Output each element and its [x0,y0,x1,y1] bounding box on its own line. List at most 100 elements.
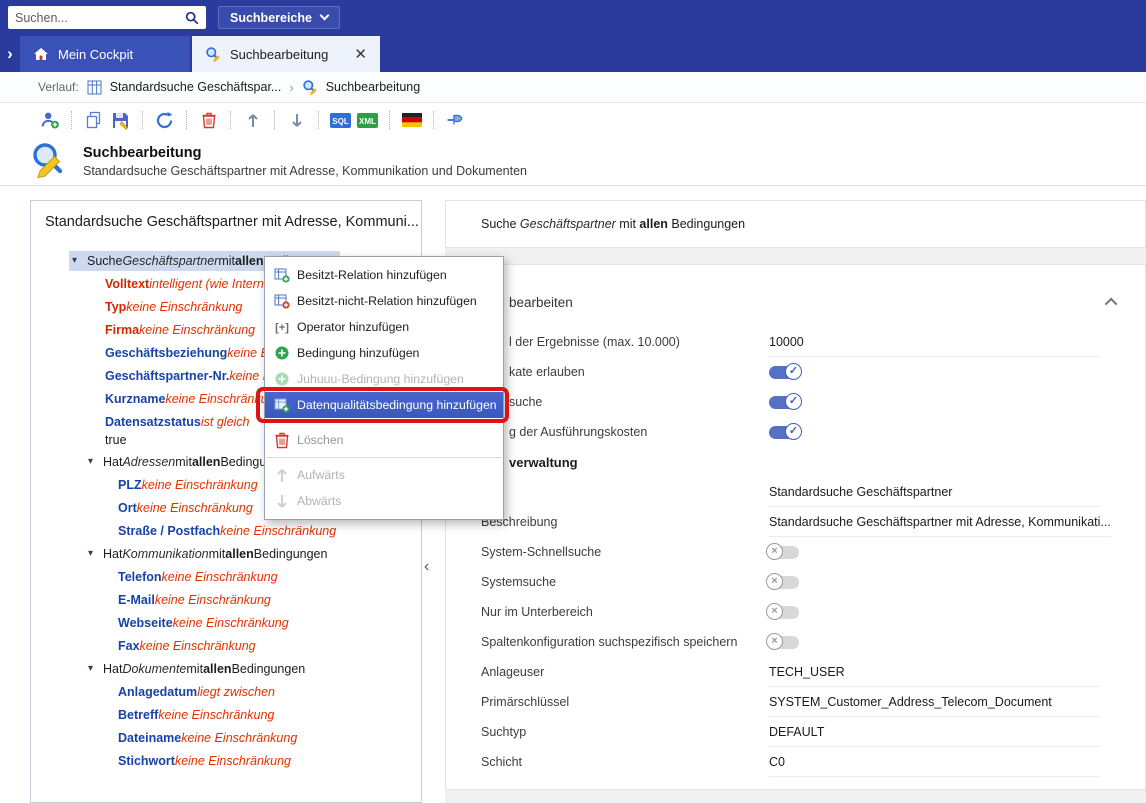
detail-row: g der Ausführungskosten✓ [446,417,1145,447]
collapse-panel-icon[interactable]: ‹ [424,558,429,576]
tree-node[interactable]: E-Mail keine Einschränkung [31,588,421,611]
tree-node[interactable]: ▾Hat Kommunikation mit allen Bedingungen [31,542,421,565]
x-icon: × [766,603,783,620]
tree-node[interactable]: Straße / Postfach keine Einschränkung [31,519,421,542]
move-up-icon[interactable] [239,107,266,134]
global-search-box[interactable]: Suchen... [8,6,206,29]
toggle-off[interactable]: × [769,576,799,589]
check-icon: ✓ [785,393,802,410]
search-input[interactable]: Suchen... [15,11,185,25]
collapse-section-icon[interactable] [1105,298,1118,311]
tree-node[interactable]: ▾Hat Dokumente mit allen Bedingungen [31,657,421,680]
delete-icon[interactable] [195,107,222,134]
search-summary: Suche Geschäftspartner mit allen Bedingu… [481,217,745,231]
page-subtitle: Standardsuche Geschäftspartner mit Adres… [83,164,527,178]
field-label: Anlageuser [481,665,769,679]
suchbereiche-button[interactable]: Suchbereiche [218,6,340,29]
close-tab-icon[interactable]: ✕ [354,47,367,62]
menu-item-datenqualitätsbedingung-hinzufügen[interactable]: Datenqualitätsbedingung hinzufügen [265,392,503,418]
x-icon: × [766,573,783,590]
detail-row: Spaltenkonfiguration suchspezifisch spei… [446,627,1145,657]
tab-mein-cockpit[interactable]: Mein Cockpit [20,36,190,72]
field-label: Beschreibung [481,515,769,529]
detail-row: PrimärschlüsselSYSTEM_Customer_Address_T… [446,687,1145,717]
move-down-icon [273,493,290,510]
juhuuu-bedingung-add-icon [273,371,290,387]
suchbereiche-label: Suchbereiche [230,11,312,25]
toggle-off[interactable]: × [769,546,799,559]
breadcrumb-separator: › [289,80,293,95]
x-icon: × [766,543,783,560]
tab-label: Mein Cockpit [58,47,133,62]
tree-node[interactable]: Anlagedatum liegt zwischen [31,680,421,703]
field-value[interactable]: 10000 [769,335,804,349]
toolbar-separator [389,111,390,129]
history-item-standardsuche[interactable]: Standardsuche Geschäftspar... [110,80,282,94]
field-label: Suchtyp [481,725,769,739]
menu-item-löschen[interactable]: Löschen [265,427,503,453]
svg-text:SQL: SQL [332,117,349,126]
field-value[interactable]: Standardsuche Geschäftspartner [769,485,952,499]
search-edit-icon [205,46,221,62]
expander-icon[interactable]: ▾ [88,663,103,674]
toolbar-separator [318,111,319,129]
save-icon[interactable] [107,107,134,134]
toggle-on[interactable]: ✓ [769,366,799,379]
pin-icon[interactable] [442,107,469,134]
expander-icon[interactable]: ▾ [88,548,103,559]
move-down-icon[interactable] [283,107,310,134]
xml-icon[interactable]: XML [354,107,381,134]
detail-row: kate erlauben✓ [446,357,1145,387]
menu-item-besitzt-relation-hinzufügen[interactable]: Besitzt-Relation hinzufügen [265,262,503,288]
menu-item-operator-hinzufügen[interactable]: [+]Operator hinzufügen [265,314,503,340]
toggle-on[interactable]: ✓ [769,396,799,409]
german-flag-icon[interactable] [398,107,425,134]
grid-icon [87,80,102,95]
refresh-icon[interactable] [151,107,178,134]
tree-node[interactable]: Betreff keine Einschränkung [31,703,421,726]
top-bar: Suchen... Suchbereiche [0,0,1146,36]
expand-panel-icon[interactable]: › [0,36,20,72]
section-header-label: bearbeiten [509,295,573,310]
history-item-suchbearbeitung[interactable]: Suchbearbeitung [326,80,421,94]
tree-node[interactable]: Dateiname keine Einschränkung [31,726,421,749]
tab-suchbearbeitung[interactable]: Suchbearbeitung ✕ [192,36,380,72]
field-label: Spaltenkonfiguration suchspezifisch spei… [481,635,769,649]
operator-add-icon: [+] [273,319,290,335]
expander-icon[interactable]: ▾ [88,456,103,467]
sql-icon[interactable]: SQL [327,107,354,134]
field-label: kate erlauben [481,365,769,379]
tree-node[interactable]: Telefon keine Einschränkung [31,565,421,588]
menu-item-abwärts[interactable]: Abwärts [265,488,503,514]
tree-node[interactable]: Webseite keine Einschränkung [31,611,421,634]
move-up-icon [273,467,290,484]
field-value[interactable]: TECH_USER [769,665,845,679]
field-value[interactable]: SYSTEM_Customer_Address_Telecom_Document [769,695,1052,709]
field-label: Systemsuche [481,575,769,589]
menu-item-aufwärts[interactable]: Aufwärts [265,462,503,488]
toggle-off[interactable]: × [769,636,799,649]
field-value[interactable]: Standardsuche Geschäftspartner mit Adres… [769,515,1111,529]
field-value[interactable]: DEFAULT [769,725,824,739]
tab-bar: › Mein Cockpit Suchbearbeitung ✕ [0,36,1146,72]
detail-row: Systemsuche× [446,567,1145,597]
tree-node[interactable]: Stichwort keine Einschränkung [31,749,421,772]
expander-icon[interactable]: ▾ [72,255,87,266]
detail-rows: l der Ergebnisse (max. 10.000)10000kate … [446,327,1145,777]
field-value[interactable]: C0 [769,755,785,769]
menu-item-besitzt-nicht-relation-hinzufügen[interactable]: Besitzt-nicht-Relation hinzufügen [265,288,503,314]
tree-node[interactable]: Fax keine Einschränkung [31,634,421,657]
section-header-row: bearbeiten [481,295,1117,310]
copy-icon[interactable] [80,107,107,134]
main-area: Suche Geschäftspartner mit allen Bedingu… [0,186,1146,803]
search-icon[interactable] [185,11,199,25]
chevron-down-icon [320,11,330,21]
search-edit-icon [302,79,318,95]
toggle-on[interactable]: ✓ [769,426,799,439]
add-user-icon[interactable] [36,107,63,134]
toggle-off[interactable]: × [769,606,799,619]
detail-row: Nur im Unterbereich× [446,597,1145,627]
menu-item-bedingung-hinzufügen[interactable]: Bedingung hinzufügen [265,340,503,366]
menu-item-juhuuu-bedingung-hinzufügen[interactable]: Juhuuu-Bedingung hinzufügen [265,366,503,392]
toolbar-separator [230,111,231,129]
